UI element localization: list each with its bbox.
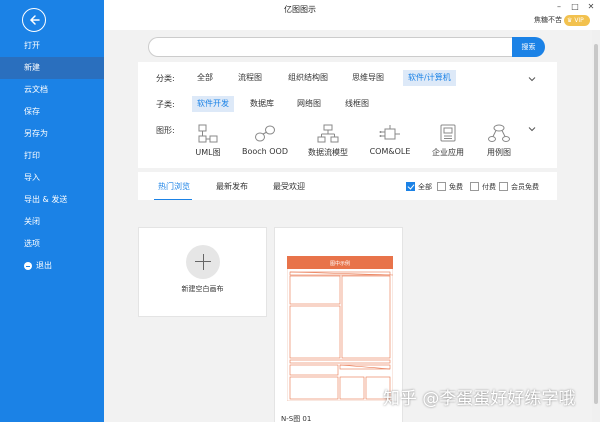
filter-free-checkbox[interactable] [437,182,446,191]
scrollbar-thumb[interactable] [594,44,598,404]
sidebar-item-new[interactable]: 新建 [0,57,104,79]
sidebar-item-print[interactable]: 打印 [0,145,104,167]
search-input[interactable] [148,37,512,57]
shape-dataflow[interactable]: 数据流模型 [298,124,358,158]
sidebar-item-exit[interactable]: 退出 [0,255,104,277]
filter-free-label: 免费 [449,183,463,191]
shape-uml-label: UML图 [195,148,221,157]
template-header-text: 图中示例 [330,260,350,267]
tab-most-liked[interactable]: 最受欢迎 [273,181,305,192]
arrow-left-icon [29,15,40,25]
sidebar-item-cloud[interactable]: 云文档 [0,79,104,101]
category-software-computer[interactable]: 软件/计算机 [403,70,456,86]
dataflow-model-icon [317,124,339,143]
template-name: N-S图 01 [281,415,312,422]
sidebar-item-save-as[interactable]: 另存为 [0,123,104,145]
shapes-label: 图形: [156,126,175,135]
sidebar-item-import[interactable]: 导入 [0,167,104,189]
exit-icon [24,262,32,270]
vertical-scrollbar[interactable] [592,30,600,422]
shape-com-ole[interactable]: COM&OLE [360,124,420,156]
crown-icon: ♛ [567,17,573,24]
sidebar-item-close[interactable]: 关闭 [0,211,104,233]
sidebar-item-save[interactable]: 保存 [0,101,104,123]
category-org-chart[interactable]: 组织结构图 [283,70,333,86]
vip-badge[interactable]: ♛ VIP [564,15,590,26]
subcategory-wireframe[interactable]: 线框图 [340,96,374,112]
shape-booch-ood-label: Booch OOD [241,147,289,156]
tab-latest[interactable]: 最新发布 [216,181,248,192]
tabs-bar: 热门浏览 最新发布 最受欢迎 全部 免费 付费 会员免费 [138,172,557,200]
category-mind-map[interactable]: 思维导图 [347,70,389,86]
sidebar: 打开 新建 云文档 保存 另存为 打印 导入 导出 & 发送 关闭 选项 退出 [0,0,104,422]
sidebar-item-export-send[interactable]: 导出 & 发送 [0,189,104,211]
shape-use-case[interactable]: 用例图 [469,124,529,158]
subcategory-label: 子类: [156,100,175,109]
sidebar-item-options[interactable]: 选项 [0,233,104,255]
subcategory-software-dev[interactable]: 软件开发 [192,96,234,112]
enterprise-app-icon [440,124,456,142]
filter-member-free-label: 会员免费 [511,183,539,191]
filter-paid-label: 付费 [482,183,496,191]
shape-uml[interactable]: UML图 [178,124,238,158]
filter-all-label: 全部 [418,183,432,191]
com-ole-icon [379,125,400,140]
minimize-button[interactable]: – [552,2,566,12]
filter-panel: 分类: 全部 流程图 组织结构图 思维导图 软件/计算机 子类: 软件开发 数据… [138,62,557,168]
new-blank-canvas-card[interactable]: 新建空白画布 [138,227,267,317]
watermark-text: 知乎 @李蛋蛋好好练字哦 [383,389,576,409]
filter-paid-checkbox[interactable] [470,182,479,191]
new-blank-canvas-label: 新建空白画布 [181,285,224,293]
shape-dataflow-label: 数据流模型 [308,148,348,157]
subcategory-network[interactable]: 网络图 [292,96,326,112]
filter-all-checkbox[interactable] [406,182,415,191]
category-label: 分类: [156,74,175,83]
close-window-button[interactable]: ✕ [584,2,598,12]
booch-ood-icon [255,125,275,142]
sidebar-item-open[interactable]: 打开 [0,35,104,57]
subcategory-database[interactable]: 数据库 [245,96,279,112]
window-title: 亿图图示 [284,5,316,14]
search-button[interactable]: 搜索 [512,37,545,57]
user-name[interactable]: 焦糖不苦 [534,15,562,25]
filter-member-free-checkbox[interactable] [499,182,508,191]
use-case-icon [488,124,510,142]
vip-badge-label: VIP [574,17,584,24]
plus-icon [186,245,220,279]
active-tab-underline [154,199,192,200]
maximize-button[interactable]: □ [568,2,582,12]
category-flowchart[interactable]: 流程图 [233,70,267,86]
category-all[interactable]: 全部 [192,70,218,86]
shape-use-case-label: 用例图 [487,148,511,157]
shape-booch-ood[interactable]: Booch OOD [235,124,295,156]
chevron-down-icon[interactable] [527,74,537,84]
sidebar-item-exit-label: 退出 [36,261,52,270]
tab-popular[interactable]: 热门浏览 [158,181,190,192]
shape-com-ole-label: COM&OLE [369,147,411,156]
uml-diagram-icon [198,124,218,143]
title-bar: 亿图图示 焦糖不苦 ♛ VIP – □ ✕ [104,0,600,30]
template-thumbnail: 图中示例 [287,256,393,401]
